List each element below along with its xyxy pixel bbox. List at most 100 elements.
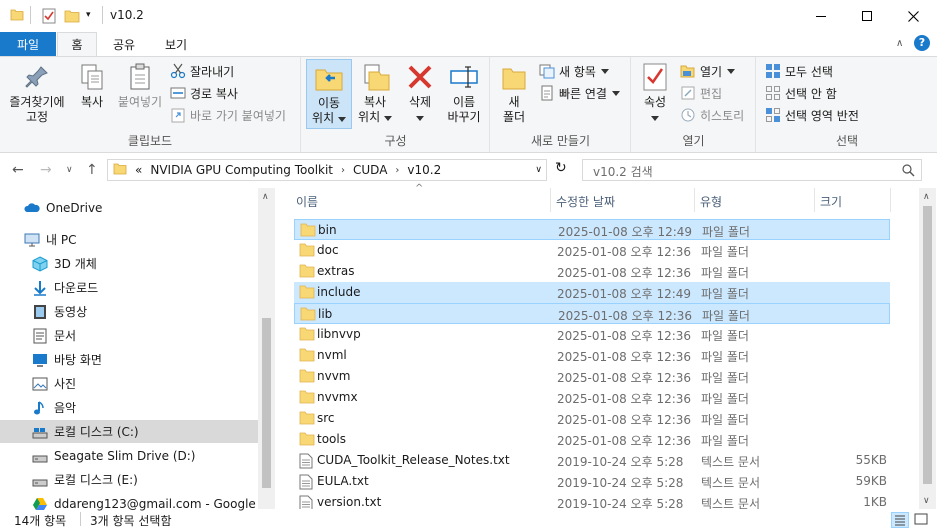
- close-button[interactable]: [890, 0, 936, 32]
- video-icon: [32, 304, 48, 320]
- select-all-button[interactable]: 모두 선택: [765, 61, 833, 81]
- tab-share[interactable]: 공유: [100, 32, 148, 56]
- file-row[interactable]: CUDA_Toolkit_Release_Notes.txt 2019-10-2…: [294, 450, 890, 471]
- file-row[interactable]: doc 2025-01-08 오후 12:36 파일 폴더: [294, 240, 890, 261]
- pin-quick-access-button[interactable]: 즐겨찾기에 고정: [6, 61, 68, 125]
- properties-quick-icon[interactable]: [41, 8, 57, 27]
- breadcrumb-item[interactable]: v10.2: [407, 163, 441, 177]
- column-divider[interactable]: [550, 188, 551, 212]
- file-row[interactable]: tools 2025-01-08 오후 12:36 파일 폴더: [294, 429, 890, 450]
- select-none-button[interactable]: 선택 안 함: [765, 83, 837, 103]
- scroll-up-icon[interactable]: ∧: [923, 192, 930, 202]
- file-row[interactable]: lib 2025-01-08 오후 12:36 파일 폴더: [294, 303, 890, 324]
- scroll-thumb[interactable]: [262, 318, 271, 488]
- breadcrumb-item[interactable]: CUDA: [353, 163, 387, 177]
- copy-to-button[interactable]: 복사 위치: [352, 61, 398, 125]
- nav-item-label: 로컬 디스크 (C:): [54, 425, 139, 439]
- maximize-button[interactable]: [844, 0, 890, 32]
- file-date: 2025-01-08 오후 12:36: [557, 371, 692, 385]
- up-arrow-icon[interactable]: ↑: [86, 162, 98, 178]
- file-name: tools: [317, 432, 346, 446]
- large-icons-view-icon[interactable]: [913, 512, 931, 528]
- history-button[interactable]: 히스토리: [680, 105, 744, 125]
- new-item-button[interactable]: 새 항목: [539, 61, 609, 81]
- recent-locations-dropdown-icon[interactable]: ∨: [66, 165, 73, 175]
- delete-button[interactable]: 삭제: [400, 61, 440, 125]
- tab-view[interactable]: 보기: [152, 32, 200, 56]
- nav-item-local-disk-c[interactable]: 로컬 디스크 (C:): [0, 420, 258, 443]
- minimize-button[interactable]: [798, 0, 844, 32]
- collapse-ribbon-icon[interactable]: ∧: [896, 38, 903, 49]
- breadcrumb-overflow[interactable]: «: [135, 163, 142, 177]
- address-bar[interactable]: « NVIDIA GPU Computing Toolkit › CUDA › …: [107, 159, 547, 181]
- address-dropdown-icon[interactable]: ∨: [535, 165, 542, 175]
- refresh-icon[interactable]: ↻: [555, 160, 567, 176]
- chevron-right-icon[interactable]: ›: [395, 165, 399, 176]
- help-icon[interactable]: ?: [914, 35, 930, 51]
- nav-item-music[interactable]: 음악: [0, 396, 258, 419]
- file-row[interactable]: include 2025-01-08 오후 12:49 파일 폴더: [294, 282, 890, 303]
- column-header-size[interactable]: 크기: [820, 193, 842, 210]
- rename-button[interactable]: 이름 바꾸기: [442, 61, 486, 125]
- file-row[interactable]: EULA.txt 2019-10-24 오후 5:28 텍스트 문서 59KB: [294, 471, 890, 492]
- file-row[interactable]: nvvmx 2025-01-08 오후 12:36 파일 폴더: [294, 387, 890, 408]
- scroll-thumb[interactable]: [923, 206, 932, 484]
- chevron-right-icon[interactable]: ›: [341, 165, 345, 176]
- nav-item-label: 음악: [54, 401, 77, 415]
- nav-item-desktop[interactable]: 바탕 화면: [0, 348, 258, 371]
- nav-item-downloads[interactable]: 다운로드: [0, 276, 258, 299]
- quick-access-dropdown-icon[interactable]: ▾: [86, 10, 91, 20]
- file-row[interactable]: extras 2025-01-08 오후 12:36 파일 폴더: [294, 261, 890, 282]
- open-button[interactable]: 열기: [680, 61, 736, 81]
- new-folder-quick-icon[interactable]: [64, 8, 80, 27]
- new-folder-button[interactable]: 새 폴더: [497, 61, 531, 125]
- nav-item-local-disk-e[interactable]: 로컬 디스크 (E:): [0, 468, 258, 491]
- column-header-name[interactable]: 이름: [296, 193, 318, 210]
- new-item-dropdown-icon: [600, 68, 609, 74]
- easy-access-button[interactable]: 빠른 연결: [539, 83, 620, 103]
- column-divider[interactable]: [694, 188, 695, 212]
- file-row[interactable]: bin 2025-01-08 오후 12:49 파일 폴더: [294, 219, 890, 240]
- tab-file[interactable]: 파일: [0, 32, 56, 56]
- tab-home[interactable]: 홈: [57, 32, 97, 57]
- copy-button[interactable]: 복사: [72, 61, 112, 110]
- file-row[interactable]: nvml 2025-01-08 오후 12:36 파일 폴더: [294, 345, 890, 366]
- nav-item-3d-objects[interactable]: 3D 개체: [0, 252, 258, 275]
- details-view-icon[interactable]: [891, 512, 909, 528]
- file-row[interactable]: version.txt 2019-10-24 오후 5:28 텍스트 문서 1K…: [294, 492, 890, 509]
- invert-selection-button[interactable]: 선택 영역 반전: [765, 105, 859, 125]
- properties-button[interactable]: 속성: [638, 61, 672, 125]
- nav-item-documents[interactable]: 문서: [0, 324, 258, 347]
- nav-item-videos[interactable]: 동영상: [0, 300, 258, 323]
- scroll-up-icon[interactable]: ∧: [262, 192, 269, 202]
- back-arrow-icon[interactable]: ←: [12, 162, 24, 178]
- paste-button[interactable]: 붙여넣기: [114, 61, 166, 110]
- forward-arrow-icon[interactable]: →: [40, 162, 52, 178]
- file-row[interactable]: src 2025-01-08 오후 12:36 파일 폴더: [294, 408, 890, 429]
- navigation-scrollbar[interactable]: ∧: [258, 188, 275, 509]
- search-input[interactable]: v10.2 검색: [582, 159, 922, 181]
- nav-item-onedrive[interactable]: OneDrive: [0, 196, 258, 219]
- cut-button[interactable]: 잘라내기: [170, 61, 234, 81]
- column-divider[interactable]: [814, 188, 815, 212]
- edit-button[interactable]: 편집: [680, 83, 722, 103]
- nav-item-this-pc[interactable]: 내 PC: [0, 228, 258, 251]
- copy-path-button[interactable]: 경로 복사: [170, 83, 238, 103]
- column-divider[interactable]: [890, 188, 891, 212]
- file-row[interactable]: nvvm 2025-01-08 오후 12:36 파일 폴더: [294, 366, 890, 387]
- scroll-down-icon[interactable]: ∨: [923, 496, 930, 506]
- file-list-scrollbar[interactable]: ∧ ∨: [919, 188, 936, 509]
- title-bar: ▾ v10.2: [0, 0, 937, 32]
- move-to-button[interactable]: 이동 위치: [306, 59, 352, 129]
- column-header-type[interactable]: 유형: [700, 193, 722, 210]
- file-date: 2019-10-24 오후 5:28: [557, 476, 684, 490]
- file-row[interactable]: libnvvp 2025-01-08 오후 12:36 파일 폴더: [294, 324, 890, 345]
- new-item-label: 새 항목: [559, 64, 596, 79]
- paste-shortcut-button[interactable]: 바로 가기 붙여넣기: [170, 105, 286, 125]
- item-count: 14개 항목: [14, 514, 67, 528]
- nav-item-pictures[interactable]: 사진: [0, 372, 258, 395]
- nav-item-seagate-d[interactable]: Seagate Slim Drive (D:): [0, 444, 258, 467]
- column-header-date[interactable]: 수정한 날짜: [556, 193, 615, 210]
- breadcrumb-item[interactable]: NVIDIA GPU Computing Toolkit: [150, 163, 333, 177]
- file-type: 파일 폴더: [701, 350, 749, 364]
